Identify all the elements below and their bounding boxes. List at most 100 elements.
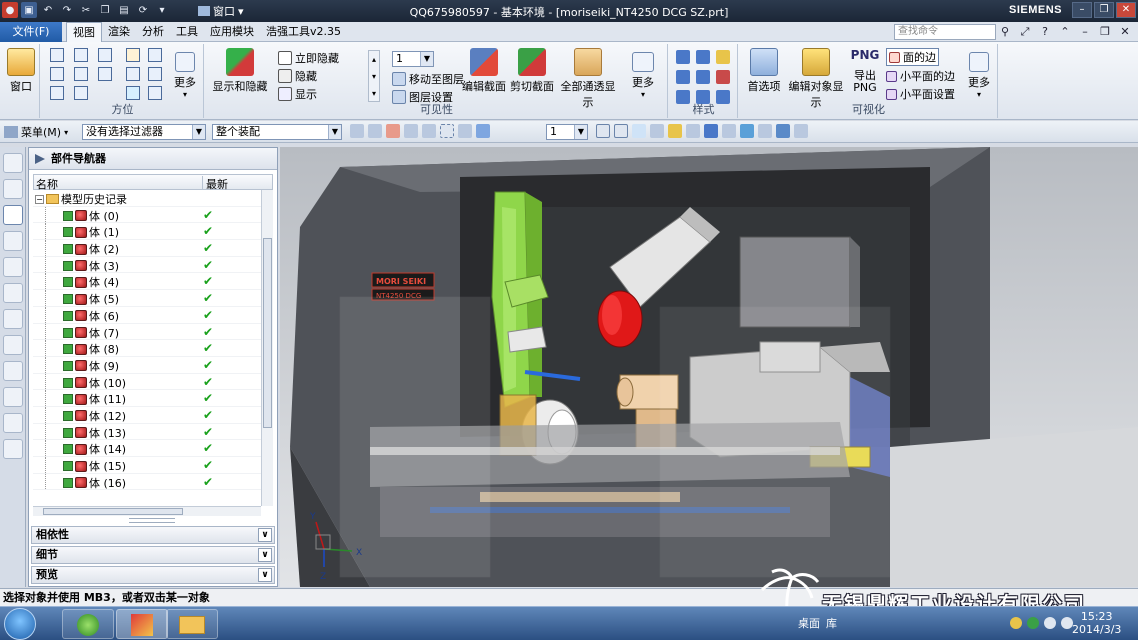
deselect-icon[interactable]: [368, 124, 382, 138]
visibility-checkbox[interactable]: [63, 477, 73, 488]
panel-splitter[interactable]: [129, 518, 175, 523]
visual-more-button[interactable]: 更多 ▾: [964, 52, 994, 99]
work-layer-select[interactable]: 1 ▼: [546, 124, 588, 140]
preferences-button[interactable]: 首选项: [744, 48, 784, 94]
taskbar-desktop-label[interactable]: 桌面: [798, 615, 820, 631]
restore-view-icon[interactable]: [148, 86, 162, 100]
assembly-navigator-icon[interactable]: [3, 153, 23, 173]
studio-icon[interactable]: [696, 70, 710, 84]
view-back-icon[interactable]: [50, 67, 64, 81]
gallery-scroll[interactable]: ▴ ▾ ▾: [368, 50, 380, 102]
small-face-settings-button[interactable]: 小平面设置: [886, 86, 955, 102]
templates-icon[interactable]: [3, 439, 23, 459]
taskbar-explorer-button[interactable]: [166, 609, 218, 639]
view-iso-icon[interactable]: [98, 48, 112, 62]
visibility-checkbox[interactable]: [63, 210, 73, 221]
system-materials-icon[interactable]: [3, 387, 23, 407]
zoom-window-icon[interactable]: [614, 124, 628, 138]
view-right-icon[interactable]: [74, 86, 88, 100]
hide-button[interactable]: 隐藏: [278, 68, 317, 84]
show-hide-button[interactable]: 显示和隐藏: [210, 48, 270, 94]
show-button[interactable]: 显示: [278, 86, 317, 102]
rotate-view-icon[interactable]: [632, 124, 646, 138]
small-face-edges-toggle[interactable]: 小平面的边: [886, 68, 955, 84]
tree-row[interactable]: 体 (6) ✔: [33, 306, 261, 324]
visibility-checkbox[interactable]: [63, 227, 73, 238]
tree-row[interactable]: 体 (13) ✔: [33, 423, 261, 441]
tray-volume-icon[interactable]: [1044, 617, 1056, 629]
visibility-checkbox[interactable]: [63, 461, 73, 471]
visibility-checkbox[interactable]: [63, 244, 73, 255]
tree-row[interactable]: 体 (16) ✔: [33, 473, 261, 490]
column-latest[interactable]: 最新: [202, 176, 228, 191]
machine-model[interactable]: MORI SEIKI NT4250 DCG X Y Z: [280, 147, 1138, 587]
navigator-horizontal-scrollbar[interactable]: [33, 506, 261, 516]
analysis-icon[interactable]: [716, 70, 730, 84]
section-icon[interactable]: [740, 124, 754, 138]
chevron-down-icon[interactable]: ∨: [258, 568, 272, 582]
tree-row[interactable]: 体 (15) ✔: [33, 457, 261, 474]
wcs-icon[interactable]: [722, 124, 736, 138]
view-trimetric-icon[interactable]: [98, 67, 112, 81]
taskbar-clock[interactable]: 15:23 2014/3/3: [1072, 610, 1121, 636]
navigator-vertical-scrollbar[interactable]: [261, 190, 273, 506]
tab-haoqiang-tools[interactable]: 浩强工具v2.35: [260, 22, 347, 42]
fit-view-icon[interactable]: [596, 124, 610, 138]
orient-more-button[interactable]: 更多 ▾: [170, 52, 200, 99]
tray-av-icon[interactable]: [1027, 617, 1039, 629]
roles-icon[interactable]: [3, 361, 23, 381]
type-filter-select[interactable]: 没有选择过滤器 ▼: [82, 124, 206, 140]
window-button[interactable]: 窗口: [6, 48, 36, 94]
visibility-checkbox[interactable]: [63, 327, 73, 338]
tree-row[interactable]: 体 (9) ✔: [33, 356, 261, 374]
curve-select-icon[interactable]: [458, 124, 472, 138]
info-icon[interactable]: [794, 124, 808, 138]
solid-select-icon[interactable]: [476, 124, 490, 138]
tree-row[interactable]: 体 (0) ✔: [33, 206, 261, 224]
taskbar-browser-button[interactable]: [62, 609, 114, 639]
snap-icon[interactable]: [386, 124, 400, 138]
main-menu-button[interactable]: 菜单(M) ▾: [4, 124, 68, 140]
visibility-checkbox[interactable]: [63, 260, 73, 271]
collapse-ribbon-icon[interactable]: ⌃: [1056, 24, 1074, 40]
scroll-thumb[interactable]: [263, 238, 272, 428]
clip-icon[interactable]: [758, 124, 772, 138]
constraint-navigator-icon[interactable]: [3, 179, 23, 199]
export-png-button[interactable]: PNG 导出 PNG: [850, 48, 880, 94]
edit-orient-icon[interactable]: [148, 67, 162, 81]
fit-icon[interactable]: [126, 48, 140, 62]
tree-row[interactable]: 体 (11) ✔: [33, 390, 261, 407]
history-icon[interactable]: [3, 283, 23, 303]
visibility-checkbox[interactable]: [63, 277, 73, 288]
close-button[interactable]: ✕: [1116, 2, 1136, 18]
render-style-icon[interactable]: [686, 124, 700, 138]
visibility-checkbox[interactable]: [63, 310, 73, 321]
collapse-node-icon[interactable]: −: [35, 194, 44, 204]
shaded-icon[interactable]: [696, 50, 710, 64]
tree-row[interactable]: 体 (8) ✔: [33, 340, 261, 357]
collapse-icon[interactable]: [35, 154, 45, 164]
wireframe-icon[interactable]: [716, 50, 730, 64]
visibility-checkbox[interactable]: [63, 410, 73, 421]
tree-root-row[interactable]: − 模型历史记录: [33, 190, 261, 207]
taskbar-library-label[interactable]: 库: [826, 615, 837, 631]
details-panel[interactable]: 细节 ∨: [31, 546, 275, 564]
zoom-icon[interactable]: [148, 48, 162, 62]
tree-row[interactable]: 体 (14) ✔: [33, 440, 261, 457]
manufacturing-wizard-icon[interactable]: [3, 335, 23, 355]
visibility-checkbox[interactable]: [63, 444, 73, 455]
tree-row[interactable]: 体 (1) ✔: [33, 223, 261, 241]
taskbar-nx-button[interactable]: [116, 609, 168, 639]
rotate-icon[interactable]: [126, 86, 140, 100]
tree-row[interactable]: 体 (2) ✔: [33, 240, 261, 257]
visibility-checkbox[interactable]: [63, 427, 73, 438]
edit-section-button[interactable]: 编辑截面: [462, 48, 506, 94]
pan-view-icon[interactable]: [650, 124, 664, 138]
view-left-icon[interactable]: [50, 86, 64, 100]
start-button[interactable]: [4, 608, 36, 640]
rect-select-icon[interactable]: [440, 124, 454, 138]
layer-select[interactable]: 1 ▼: [392, 51, 434, 67]
fullscreen-icon[interactable]: ⤢: [1016, 24, 1034, 40]
palette-icon[interactable]: [3, 413, 23, 433]
restore-button[interactable]: ❐: [1094, 2, 1114, 18]
